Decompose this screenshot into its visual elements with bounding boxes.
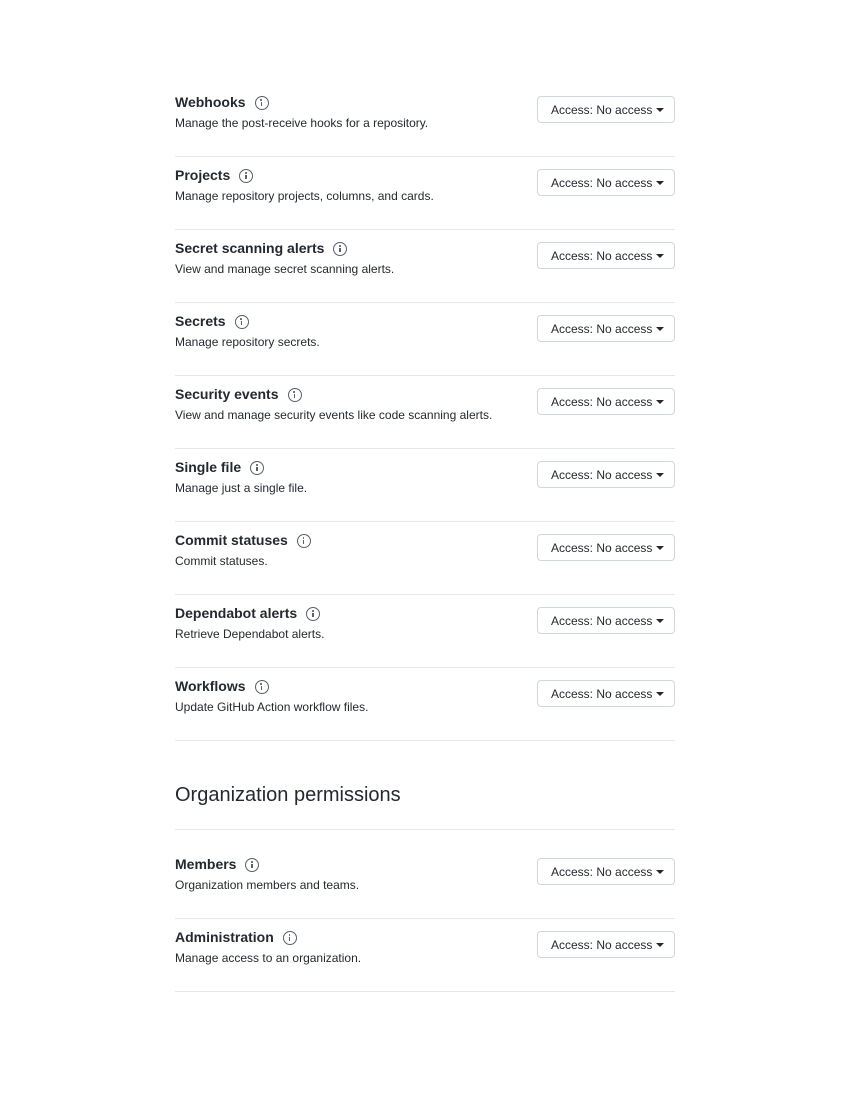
access-dropdown-label: Access: No access: [551, 102, 653, 117]
caret-down-icon: [656, 691, 665, 696]
access-dropdown-label: Access: No access: [551, 175, 653, 190]
access-dropdown-label: Access: No access: [551, 321, 653, 336]
permission-description: Manage the post-receive hooks for a repo…: [175, 116, 429, 130]
info-icon[interactable]: [282, 931, 297, 945]
caret-down-icon: [656, 399, 665, 404]
access-dropdown[interactable]: Access: No access: [537, 680, 675, 707]
repository-permissions-list: Webhooks Manage the post-receive hooks f…: [175, 84, 675, 741]
permission-description: Retrieve Dependabot alerts.: [175, 627, 325, 641]
caret-down-icon: [656, 545, 665, 550]
permission-row: Members Organization members and teams. …: [175, 846, 675, 919]
access-dropdown-label: Access: No access: [551, 613, 653, 628]
caret-down-icon: [656, 472, 665, 477]
info-icon[interactable]: [254, 680, 269, 694]
info-icon[interactable]: [245, 858, 260, 872]
permission-row: Security events View and manage security…: [175, 376, 675, 449]
access-dropdown-label: Access: No access: [551, 394, 653, 409]
permission-description: Update GitHub Action workflow files.: [175, 700, 369, 714]
permission-row: Secrets Manage repository secrets. Acces…: [175, 303, 675, 376]
permission-name: Projects: [175, 167, 231, 183]
caret-down-icon: [656, 326, 665, 331]
permission-row: Projects Manage repository projects, col…: [175, 157, 675, 230]
permission-name: Secrets: [175, 313, 226, 329]
caret-down-icon: [656, 107, 665, 112]
access-dropdown[interactable]: Access: No access: [537, 607, 675, 634]
info-icon[interactable]: [306, 607, 321, 621]
access-dropdown-label: Access: No access: [551, 540, 653, 555]
organization-permissions-list: Members Organization members and teams. …: [175, 846, 675, 992]
caret-down-icon: [656, 618, 665, 623]
permission-description: View and manage secret scanning alerts.: [175, 262, 395, 276]
permission-row: Dependabot alerts Retrieve Dependabot al…: [175, 595, 675, 668]
access-dropdown[interactable]: Access: No access: [537, 315, 675, 342]
info-icon[interactable]: [333, 242, 348, 256]
access-dropdown[interactable]: Access: No access: [537, 931, 675, 958]
permission-row: Workflows Update GitHub Action workflow …: [175, 668, 675, 741]
permission-description: Manage repository projects, columns, and…: [175, 189, 434, 203]
access-dropdown[interactable]: Access: No access: [537, 534, 675, 561]
permission-row: Single file Manage just a single file. A…: [175, 449, 675, 522]
access-dropdown[interactable]: Access: No access: [537, 242, 675, 269]
info-icon[interactable]: [250, 461, 265, 475]
permission-description: View and manage security events like cod…: [175, 408, 493, 422]
caret-down-icon: [656, 869, 665, 874]
permission-row: Secret scanning alerts View and manage s…: [175, 230, 675, 303]
permission-row: Webhooks Manage the post-receive hooks f…: [175, 84, 675, 157]
access-dropdown[interactable]: Access: No access: [537, 96, 675, 123]
permission-name: Workflows: [175, 678, 246, 694]
permission-name: Commit statuses: [175, 532, 288, 548]
info-icon[interactable]: [239, 169, 254, 183]
permission-description: Manage just a single file.: [175, 481, 308, 495]
info-icon[interactable]: [234, 315, 249, 329]
access-dropdown[interactable]: Access: No access: [537, 461, 675, 488]
access-dropdown-label: Access: No access: [551, 937, 653, 952]
organization-permissions-section: Organization permissions: [175, 741, 675, 830]
access-dropdown[interactable]: Access: No access: [537, 169, 675, 196]
permission-description: Manage access to an organization.: [175, 951, 362, 965]
permission-name: Security events: [175, 386, 279, 402]
permission-row: Commit statuses Commit statuses. Access:…: [175, 522, 675, 595]
section-heading: Organization permissions: [175, 784, 401, 806]
info-icon[interactable]: [254, 96, 269, 110]
permission-name: Secret scanning alerts: [175, 240, 325, 256]
access-dropdown[interactable]: Access: No access: [537, 858, 675, 885]
permission-row: Administration Manage access to an organ…: [175, 919, 675, 992]
permission-name: Dependabot alerts: [175, 605, 298, 621]
access-dropdown-label: Access: No access: [551, 864, 653, 879]
access-dropdown[interactable]: Access: No access: [537, 388, 675, 415]
caret-down-icon: [656, 253, 665, 258]
info-icon[interactable]: [296, 534, 311, 548]
caret-down-icon: [656, 942, 665, 947]
permission-name: Administration: [175, 929, 274, 945]
access-dropdown-label: Access: No access: [551, 467, 653, 482]
permission-description: Organization members and teams.: [175, 878, 360, 892]
access-dropdown-label: Access: No access: [551, 686, 653, 701]
permission-name: Members: [175, 856, 237, 872]
permission-description: Manage repository secrets.: [175, 335, 320, 349]
permissions-container: Webhooks Manage the post-receive hooks f…: [175, 84, 675, 992]
access-dropdown-label: Access: No access: [551, 248, 653, 263]
permission-name: Single file: [175, 459, 242, 475]
caret-down-icon: [656, 180, 665, 185]
info-icon[interactable]: [287, 388, 302, 402]
permission-description: Commit statuses.: [175, 554, 268, 568]
permission-name: Webhooks: [175, 94, 246, 110]
